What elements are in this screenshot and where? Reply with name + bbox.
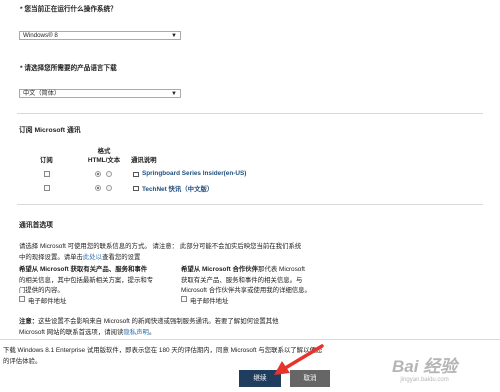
lang-question-label: * 请选择您所需要的产品语言下载 <box>20 65 117 72</box>
partner-pref-heading: 希望从 Microsoft 合作伙伴那代表 Microsoft <box>181 264 305 273</box>
note-text: 。 <box>148 329 156 336</box>
col-desc-header: 通讯说明 <box>131 157 157 164</box>
subscribe-checkbox[interactable] <box>44 185 50 191</box>
os-select-value: Windows® 8 <box>23 32 58 39</box>
mail-icon <box>133 186 139 191</box>
prefs-title: 通讯首选项 <box>19 222 53 229</box>
note-label: 注意： <box>19 318 39 325</box>
ms-pref-line: 门提供的内容。 <box>19 287 64 294</box>
partner-pref-heading-bold: 希望从 Microsoft 合作伙伴 <box>181 266 259 273</box>
divider <box>0 339 500 340</box>
prefs-intro-text: 查看您的设置 <box>102 254 141 261</box>
ms-email-label: 电子邮件地址 <box>28 298 67 305</box>
html-radio[interactable] <box>95 185 101 191</box>
language-select-value: 中文（简体） <box>23 90 61 97</box>
partner-email-label: 电子邮件地址 <box>190 298 229 305</box>
text-radio[interactable] <box>106 171 112 177</box>
note-text: 这些设置不会影响来自 Microsoft 的新闻快递或强制服务通讯。若要了解如何… <box>38 318 279 325</box>
privacy-link[interactable]: 隐私声明 <box>123 329 149 336</box>
baidu-watermark: Bai 经验 jingyan.baidu.com <box>392 352 457 383</box>
partner-email-checkbox[interactable] <box>181 296 187 302</box>
ms-email-checkbox[interactable] <box>19 296 25 302</box>
note-line2: Microsoft 网站的联系首选项，请阅读隐私声明。 <box>19 327 155 336</box>
text-radio[interactable] <box>106 185 112 191</box>
red-arrow-icon <box>274 344 324 375</box>
ms-pref-line: 的相关信息，其中包括最新相关方案，提示和专 <box>19 277 154 284</box>
settings-link[interactable]: 此处以 <box>83 254 102 261</box>
os-select[interactable]: Windows® 8 ▼ <box>19 31 181 40</box>
prefs-intro-line2: 中的现择设置。请单击此处以查看您的设置 <box>19 252 140 261</box>
os-question-label: * 您当前正在运行什么操作系统？ <box>20 6 117 13</box>
prefs-intro-text: 中的现 <box>19 254 39 261</box>
prefs-intro-line1: 请选择 Microsoft 可使用您的联系信息的方式。 请注意： 此部分可能不会… <box>19 243 302 250</box>
subscribe-title: 订阅 Microsoft 通讯 <box>19 127 81 134</box>
subscribe-checkbox[interactable] <box>44 171 50 177</box>
partner-pref-line: Microsoft 合作伙伴共享或使用我的详细信息。 <box>181 287 311 294</box>
language-select[interactable]: 中文（简体） ▼ <box>19 89 181 98</box>
chevron-down-icon: ▼ <box>171 33 177 39</box>
col-format-header: 格式 HTML/文本 <box>84 146 124 164</box>
divider <box>17 113 483 114</box>
agreement-line2: 的评估体验。 <box>3 358 42 365</box>
mail-icon <box>133 172 139 177</box>
newsletter-name[interactable]: Springboard Series Insider(en-US) <box>142 170 246 177</box>
partner-pref-line: 获取有关产品、服务和事件的相关信息。与 <box>181 277 303 284</box>
prefs-intro-text: 择设置。请单击 <box>38 254 83 261</box>
chevron-down-icon: ▼ <box>171 91 177 97</box>
note-line1: 注意：这些设置不会影响来自 Microsoft 的新闻快递或强制服务通讯。若要了… <box>19 316 279 325</box>
html-radio[interactable] <box>95 171 101 177</box>
col-subscribe-header: 订阅 <box>40 157 53 164</box>
col-format-line1: 格式 <box>97 148 111 155</box>
watermark-sub: jingyan.baidu.com <box>400 377 449 383</box>
watermark-text: Bai 经验 <box>392 357 458 376</box>
col-format-line2: HTML/文本 <box>87 157 121 164</box>
note-text: Microsoft 网站的联系首选项，请阅读 <box>19 329 124 336</box>
ms-pref-heading: 希望从 Microsoft 获取有关产品、服务和事件 <box>19 266 148 273</box>
newsletter-name[interactable]: TechNet 快讯（中文版） <box>142 184 213 193</box>
partner-pref-heading-rest: 那代表 Microsoft <box>258 266 305 273</box>
divider <box>17 204 483 205</box>
